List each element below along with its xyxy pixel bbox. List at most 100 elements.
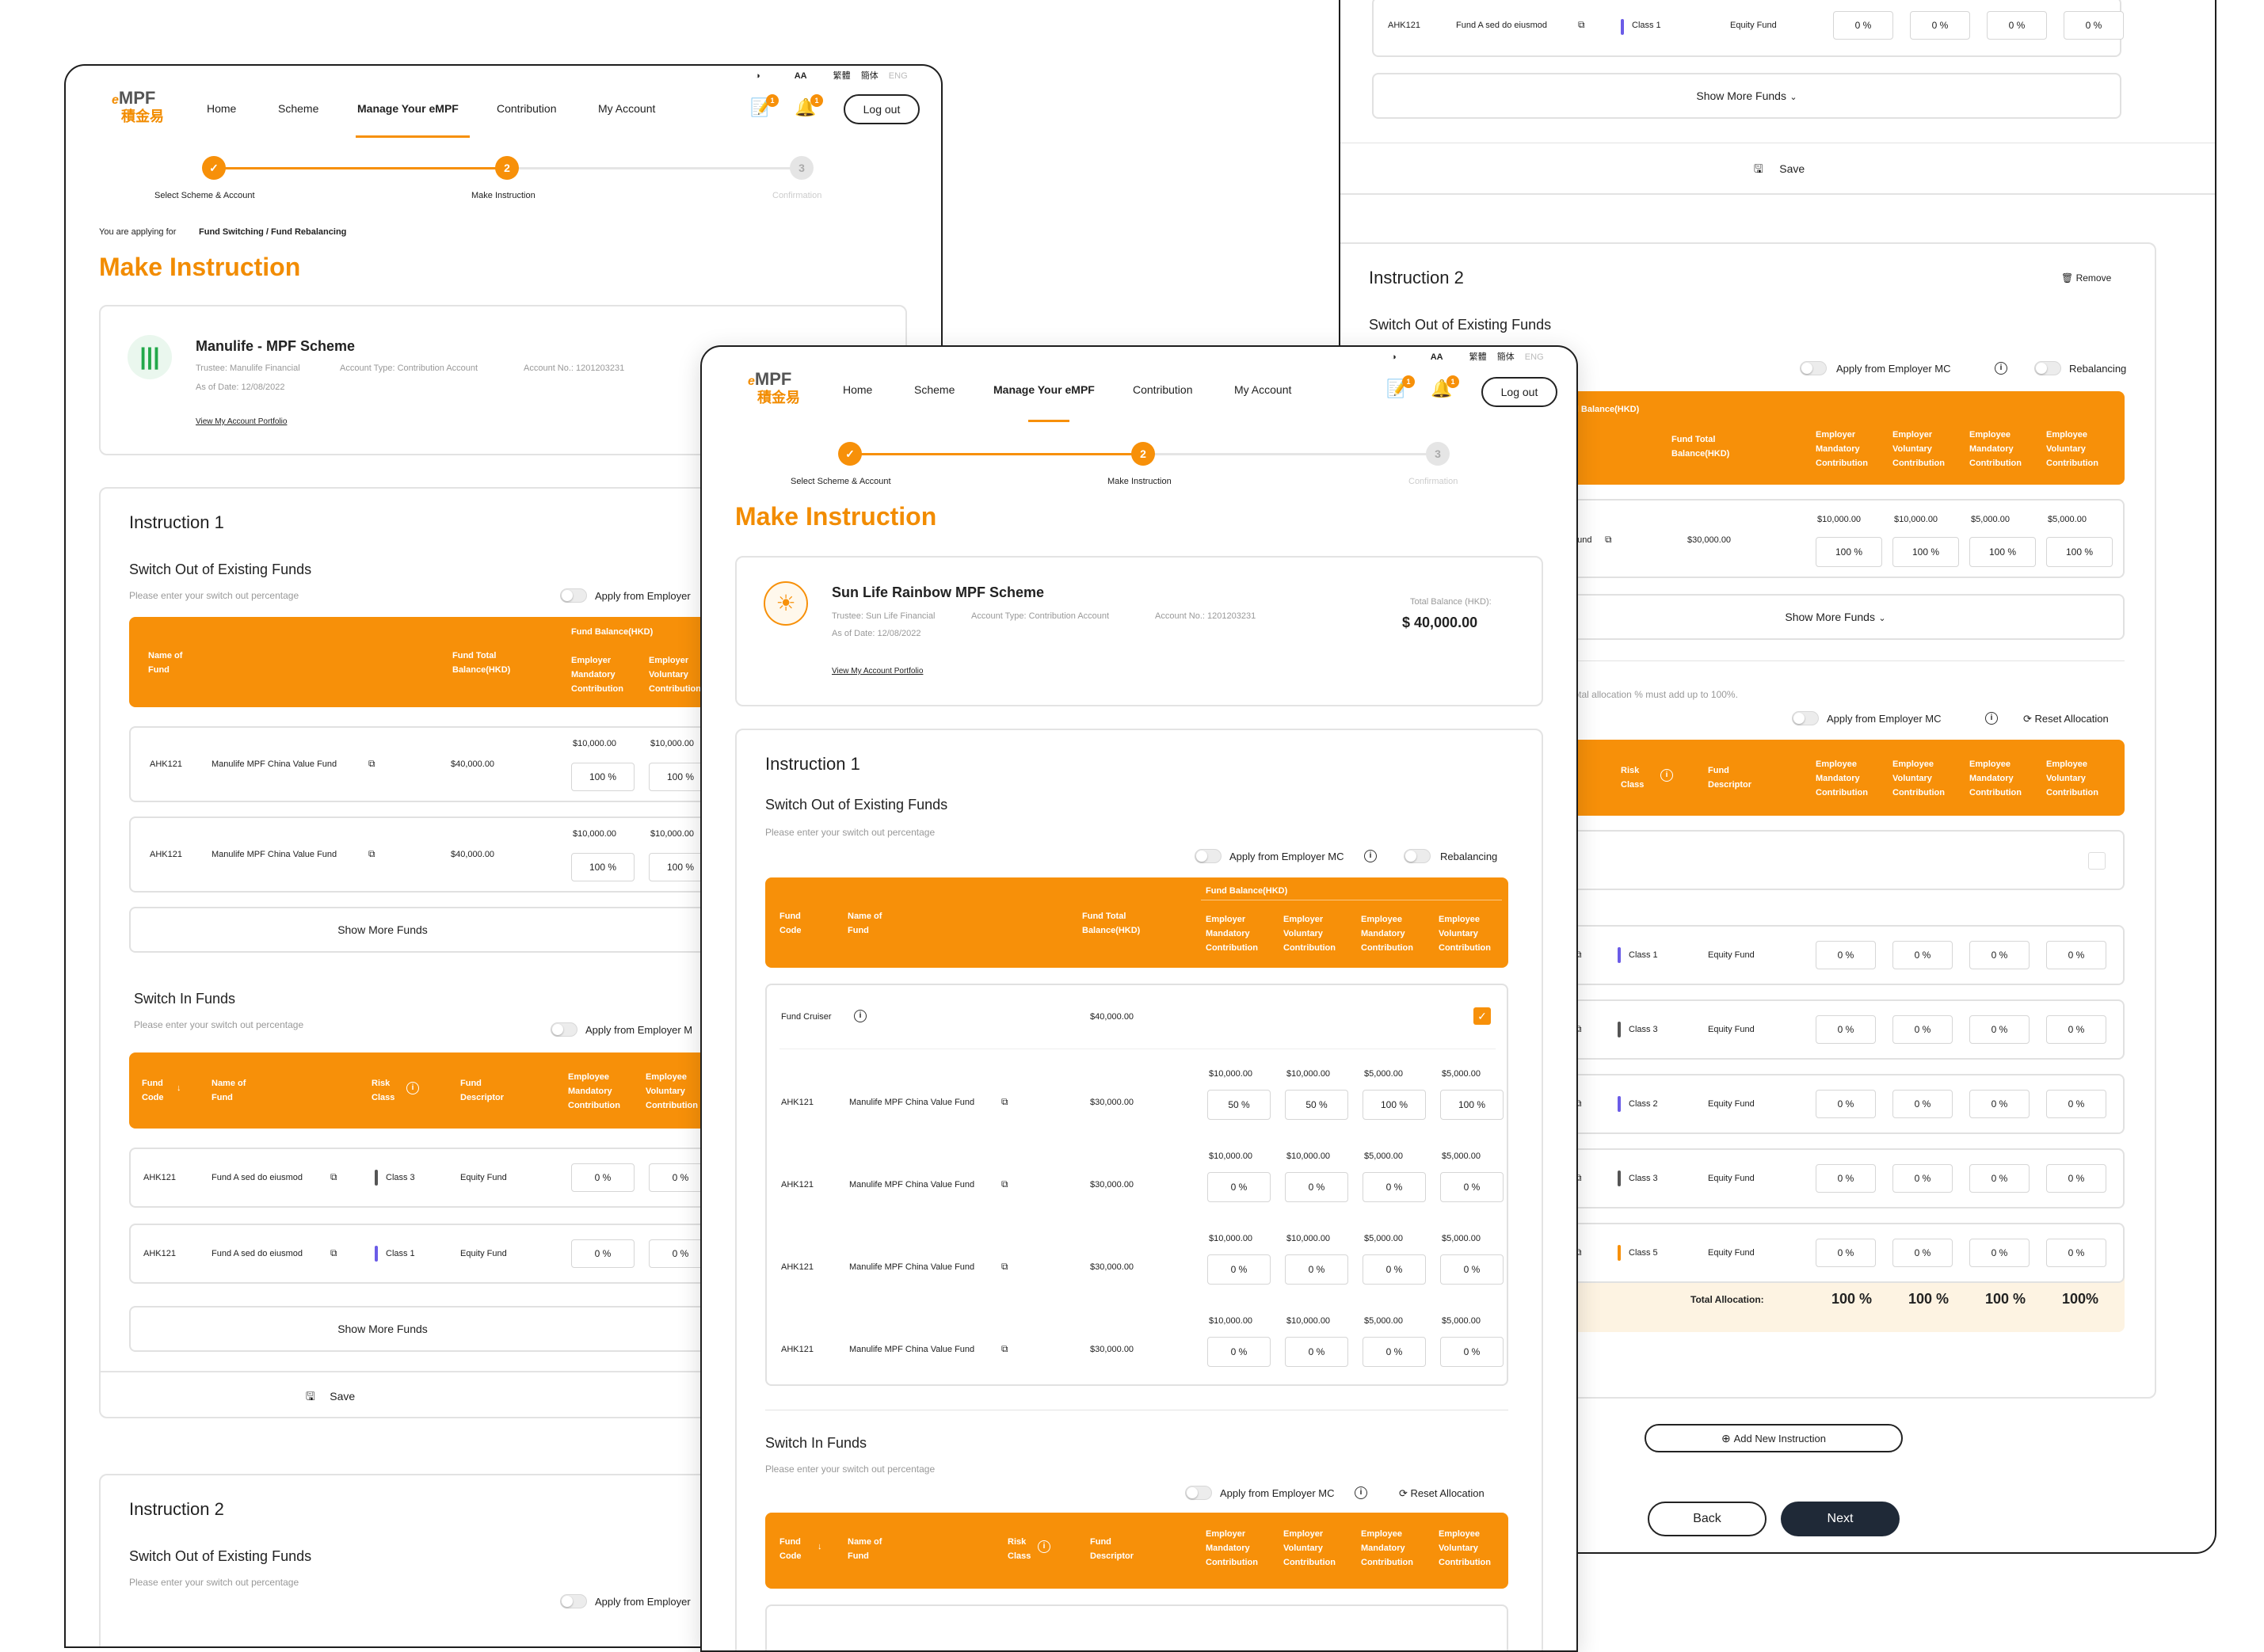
external-link-icon[interactable]: ⧉ — [330, 1247, 337, 1259]
percent-input[interactable]: 0 % — [1207, 1172, 1271, 1202]
font-size-icon[interactable]: AA — [795, 71, 807, 81]
percent-input[interactable]: 0 % — [1440, 1337, 1504, 1367]
next-button[interactable]: Next — [1781, 1502, 1900, 1536]
empf-logo[interactable]: eMPF 積金易 — [748, 369, 811, 410]
external-link-icon[interactable]: ⧉ — [1001, 1343, 1008, 1355]
apply-employer-toggle[interactable] — [1800, 361, 1827, 375]
percent-input[interactable]: 100 % — [1816, 537, 1882, 567]
reset-allocation-button[interactable]: ⟳ Reset Allocation — [1399, 1487, 1485, 1500]
percent-input[interactable]: 100 % — [1363, 1090, 1426, 1120]
external-link-icon[interactable]: ⧉ — [1578, 19, 1585, 31]
nav-contribution[interactable]: Contribution — [497, 102, 557, 115]
percent-input[interactable]: 0 % — [1892, 941, 1953, 969]
external-link-icon[interactable]: ⧉ — [368, 758, 375, 770]
percent-input[interactable]: 0 % — [2046, 941, 2106, 969]
logout-button[interactable]: Log out — [1481, 377, 1557, 407]
percent-input[interactable]: 0 % — [1816, 1239, 1876, 1267]
back-button[interactable]: Back — [1648, 1502, 1767, 1536]
nav-manage-empf[interactable]: Manage Your eMPF — [357, 102, 459, 115]
contrast-icon[interactable]: ◑ — [755, 71, 760, 81]
percent-input[interactable]: 0 % — [1816, 1015, 1876, 1044]
percent-input[interactable]: 0 % — [1363, 1337, 1426, 1367]
percent-input[interactable]: 0 % — [1892, 1015, 1953, 1044]
external-link-icon[interactable]: ⧉ — [1605, 534, 1612, 546]
percent-input[interactable]: 0 % — [1816, 1090, 1876, 1118]
lang-simp[interactable]: 簡体 — [861, 71, 879, 81]
percent-input[interactable]: 0 % — [1440, 1254, 1504, 1285]
percent-input[interactable]: 100 % — [571, 763, 635, 791]
add-new-instruction-button[interactable]: ⊕ Add New Instruction — [1645, 1424, 1903, 1452]
percent-input[interactable]: 100 % — [1440, 1090, 1504, 1120]
empf-logo[interactable]: eMPF 積金易 — [112, 88, 175, 129]
percent-input[interactable]: 0 % — [1363, 1254, 1426, 1285]
fund-checkbox[interactable] — [2088, 852, 2106, 870]
rebalancing-toggle[interactable] — [2034, 361, 2061, 375]
external-link-icon[interactable]: ⧉ — [368, 848, 375, 860]
percent-input[interactable]: 0 % — [1363, 1172, 1426, 1202]
show-more-funds-button[interactable]: Show More Funds ⌄ — [1372, 73, 2121, 119]
external-link-icon[interactable]: ⧉ — [1001, 1178, 1008, 1190]
external-link-icon[interactable]: ⧉ — [330, 1171, 337, 1183]
percent-input[interactable]: 0 % — [1969, 1015, 2030, 1044]
percent-input[interactable]: 50 % — [1207, 1090, 1271, 1120]
rebalancing-toggle[interactable] — [1404, 849, 1431, 863]
nav-contribution[interactable]: Contribution — [1133, 383, 1193, 396]
lang-simp[interactable]: 簡体 — [1497, 352, 1515, 362]
external-link-icon[interactable]: ⧉ — [1001, 1261, 1008, 1273]
percent-input[interactable]: 50 % — [1285, 1090, 1348, 1120]
remove-button[interactable]: 🗑 Remove — [2061, 272, 2111, 284]
nav-manage-empf[interactable]: Manage Your eMPF — [993, 383, 1095, 396]
sort-arrow-icon[interactable]: ↓ — [818, 1540, 822, 1554]
nav-scheme[interactable]: Scheme — [278, 102, 318, 115]
percent-input[interactable]: 100 % — [1969, 537, 2036, 567]
percent-input[interactable]: 100 % — [2046, 537, 2113, 567]
percent-input[interactable]: 0 % — [1910, 11, 1970, 40]
percent-input[interactable]: 0 % — [2046, 1090, 2106, 1118]
percent-input[interactable]: 0 % — [571, 1239, 635, 1268]
apply-employer-toggle[interactable] — [1195, 849, 1222, 863]
nav-my-account[interactable]: My Account — [598, 102, 655, 115]
nav-my-account[interactable]: My Account — [1234, 383, 1291, 396]
apply-employer-toggle[interactable] — [560, 1594, 587, 1608]
lang-trad[interactable]: 繁體 — [1469, 352, 1487, 362]
lang-trad[interactable]: 繁體 — [833, 71, 851, 81]
show-more-funds-button[interactable]: Show More Funds ⌄ — [1548, 594, 2125, 640]
percent-input[interactable]: 0 % — [1969, 1164, 2030, 1193]
reset-allocation-button[interactable]: ⟳ Reset Allocation — [2023, 713, 2109, 725]
fund-checkbox-checked[interactable]: ✓ — [1473, 1007, 1491, 1025]
view-portfolio-link[interactable]: View My Account Portfolio — [832, 667, 923, 676]
nav-home[interactable]: Home — [207, 102, 236, 115]
font-size-icon[interactable]: AA — [1431, 352, 1443, 362]
percent-input[interactable]: 0 % — [1285, 1172, 1348, 1202]
percent-input[interactable]: 0 % — [1207, 1254, 1271, 1285]
percent-input[interactable]: 0 % — [1285, 1254, 1348, 1285]
percent-input[interactable]: 0 % — [1816, 1164, 1876, 1193]
apply-employer-toggle[interactable] — [1792, 711, 1819, 725]
apply-employer-toggle[interactable] — [560, 588, 587, 603]
lang-eng[interactable]: ENG — [1525, 352, 1544, 362]
percent-input[interactable]: 100 % — [571, 853, 635, 881]
percent-input[interactable]: 0 % — [2046, 1164, 2106, 1193]
percent-input[interactable]: 0 % — [1207, 1337, 1271, 1367]
apply-employer-toggle[interactable] — [551, 1022, 577, 1037]
percent-input[interactable]: 0 % — [1969, 1090, 2030, 1118]
percent-input[interactable]: 0 % — [1892, 1164, 1953, 1193]
sort-arrow-icon[interactable]: ↓ — [177, 1081, 181, 1095]
percent-input[interactable]: 0 % — [571, 1163, 635, 1192]
percent-input[interactable]: 0 % — [1833, 11, 1893, 40]
apply-employer-toggle[interactable] — [1185, 1486, 1212, 1500]
percent-input[interactable]: 0 % — [1892, 1239, 1953, 1267]
percent-input[interactable]: 100 % — [1892, 537, 1959, 567]
percent-input[interactable]: 0 % — [1969, 941, 2030, 969]
percent-input[interactable]: 0 % — [1816, 941, 1876, 969]
percent-input[interactable]: 0 % — [2064, 11, 2124, 40]
nav-home[interactable]: Home — [843, 383, 872, 396]
percent-input[interactable]: 0 % — [1285, 1337, 1348, 1367]
percent-input[interactable]: 0 % — [1987, 11, 2047, 40]
lang-eng[interactable]: ENG — [889, 71, 908, 81]
percent-input[interactable]: 0 % — [1892, 1090, 1953, 1118]
logout-button[interactable]: Log out — [844, 94, 920, 124]
percent-input[interactable]: 0 % — [1969, 1239, 2030, 1267]
percent-input[interactable]: 0 % — [2046, 1015, 2106, 1044]
save-button[interactable]: 🖫 Save — [1340, 143, 2215, 195]
